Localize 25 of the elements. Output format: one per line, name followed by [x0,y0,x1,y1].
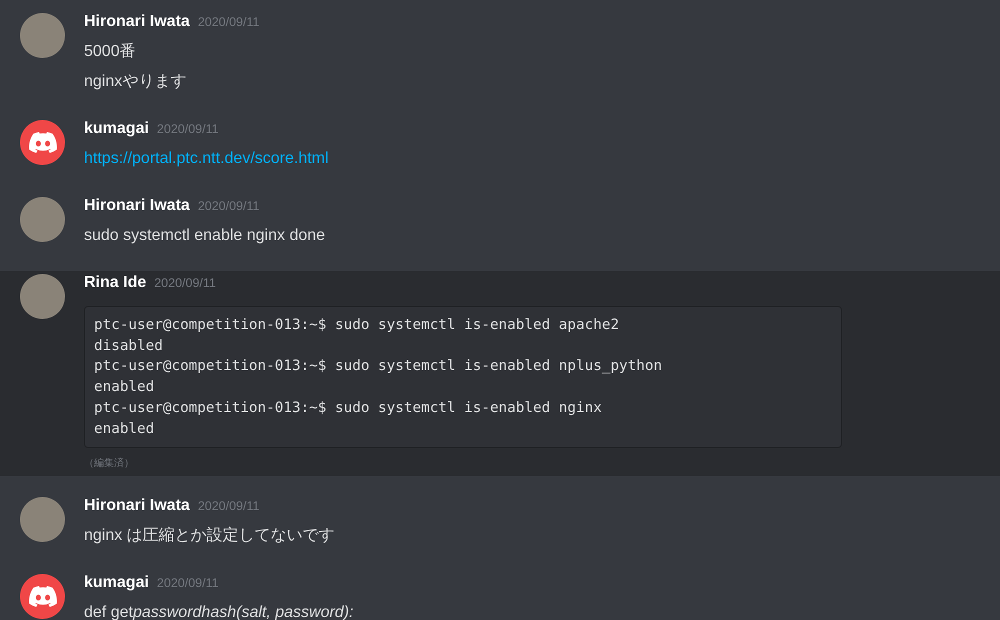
message-text: nginx は圧縮とか設定してないです [84,526,336,546]
author-name[interactable]: Rina Ide [84,274,146,292]
author-name[interactable]: Hironari Iwata [84,13,190,31]
author-name[interactable]: Hironari Iwata [84,197,190,215]
avatar-photo-placeholder[interactable] [20,497,65,542]
message-timestamp: 2020/09/11 [154,276,216,290]
code-block: ptc-user@competition-013:~$ sudo systemctl is-enabled apache2 disabled ptc-user@competition-013:~$ sudo systemctl is-enabled nplus_python enabled ptc-user@competition-013:~$ sudo systemctl is-enabled nginx enabled [84,306,842,448]
author-name[interactable]: kumagai [84,120,149,138]
message-text: nginxやります [84,72,188,92]
avatar-logo-icon[interactable] [20,120,65,165]
message-timestamp: 2020/09/11 [198,499,260,514]
avatar-photo-placeholder[interactable] [20,274,65,319]
author-name[interactable]: Hironari Iwata [84,497,190,516]
avatar-photo-placeholder[interactable] [20,13,65,58]
message-text: 5000番 [84,42,137,62]
message-link[interactable]: https://portal.ptc.ntt.dev/score.html [84,148,329,170]
message-timestamp: 2020/09/11 [198,199,260,213]
message-text: sudo systemctl enable nginx done [84,226,326,246]
avatar-photo-placeholder[interactable] [20,197,65,242]
avatar-logo-icon[interactable] [20,574,65,620]
message-timestamp: 2020/09/11 [156,576,219,590]
message-timestamp: 2020/09/11 [198,15,260,29]
message-timestamp: 2020/09/11 [156,122,219,136]
edited-label: （編集済） [84,456,135,470]
author-name[interactable]: kumagai [84,574,149,592]
